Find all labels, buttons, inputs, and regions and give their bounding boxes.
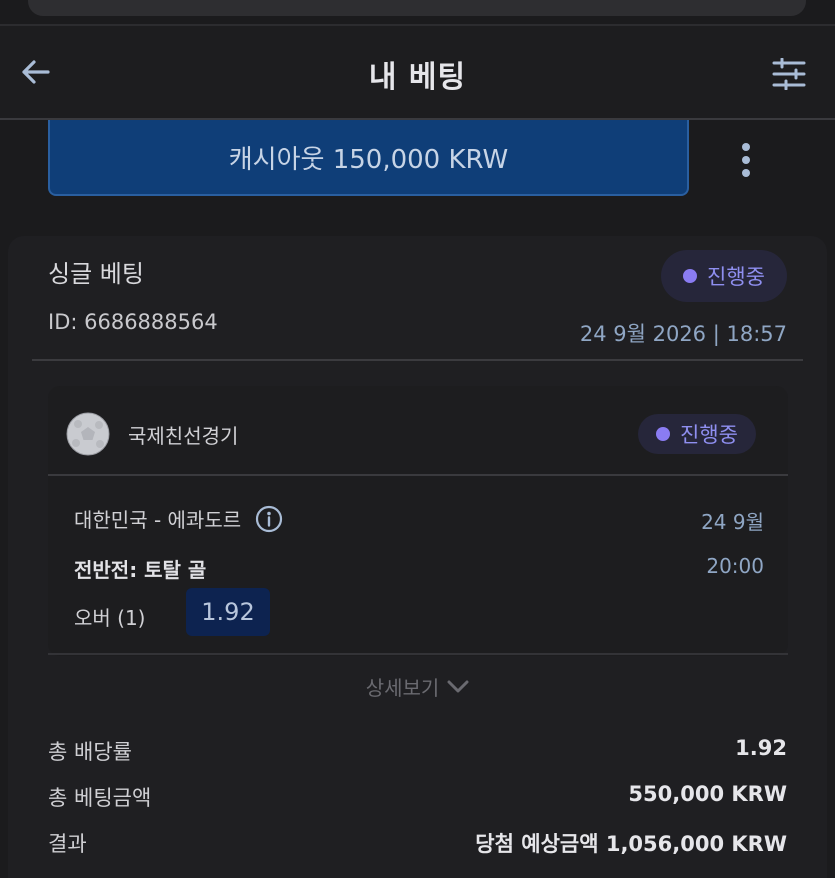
details-toggle[interactable]: 상세보기 — [8, 672, 827, 701]
sliders-icon — [772, 58, 806, 90]
details-label: 상세보기 — [365, 676, 440, 700]
summary-label: 결과 — [48, 832, 87, 856]
my-bets-page: 내 베팅 캐시아웃 150,000 KRW 싱글 베팅 ID: 66868885… — [0, 0, 835, 878]
summary-total-odds: 총 배당률 1.92 — [48, 736, 787, 766]
selection-status-badge: 진행중 — [638, 414, 756, 454]
page-title: 내 베팅 — [368, 60, 467, 95]
summary-total-stake: 총 베팅금액 550,000 KRW — [48, 782, 787, 812]
bet-status-badge: 진행중 — [661, 250, 787, 302]
bet-selection: 국제친선경기 진행중 대한민국 - 에콰도르 24 9월 전반전: 토탈 골 2… — [48, 386, 788, 656]
bet-card: 싱글 베팅 ID: 6686888564 진행중 24 9월 2026 | 18… — [8, 236, 827, 878]
league-name: 국제친선경기 — [128, 424, 239, 448]
selection-header: 국제친선경기 진행중 — [48, 386, 788, 476]
status-dot-icon — [683, 269, 698, 283]
summary-value: 1.92 — [735, 736, 787, 760]
divider — [32, 359, 803, 361]
match-name: 대한민국 - 에콰도르 — [74, 508, 242, 532]
more-vertical-icon — [742, 143, 750, 151]
more-vertical-icon-dot — [742, 156, 750, 164]
more-vertical-icon-dot — [742, 169, 750, 177]
summary-value: 당첨 예상금액 1,056,000 KRW — [475, 832, 787, 856]
status-dot-icon — [656, 427, 670, 441]
bet-status-label: 진행중 — [707, 265, 765, 289]
match-time: 20:00 — [706, 554, 764, 578]
summary-result: 결과 당첨 예상금액 1,056,000 KRW — [48, 828, 787, 858]
filter-button[interactable] — [769, 54, 809, 94]
bet-type: 싱글 베팅 — [48, 260, 144, 288]
summary-label: 총 베팅금액 — [48, 786, 152, 810]
more-options-button[interactable] — [728, 138, 764, 182]
bet-id: ID: 6686888564 — [48, 310, 218, 334]
match-date: 24 9월 — [701, 510, 764, 534]
divider — [48, 653, 788, 655]
cashout-button[interactable]: 캐시아웃 150,000 KRW — [48, 120, 689, 196]
divider — [48, 474, 788, 476]
cashout-section: 캐시아웃 150,000 KRW — [0, 120, 835, 210]
info-icon[interactable] — [255, 505, 283, 533]
selection-pick: 오버 (1) — [74, 606, 146, 630]
selection-status-label: 진행중 — [680, 423, 738, 447]
odds-badge: 1.92 — [186, 588, 270, 636]
market-name: 전반전: 토탈 골 — [74, 558, 207, 582]
header: 내 베팅 — [0, 24, 835, 120]
summary-value: 550,000 KRW — [628, 782, 787, 806]
summary-label: 총 배당률 — [48, 740, 132, 764]
bet-datetime: 24 9월 2026 | 18:57 — [579, 322, 787, 346]
top-search-bar[interactable] — [28, 0, 806, 16]
chevron-down-icon — [447, 680, 469, 692]
match-row: 대한민국 - 에콰도르 — [74, 504, 283, 533]
soccer-ball-icon — [66, 412, 110, 456]
